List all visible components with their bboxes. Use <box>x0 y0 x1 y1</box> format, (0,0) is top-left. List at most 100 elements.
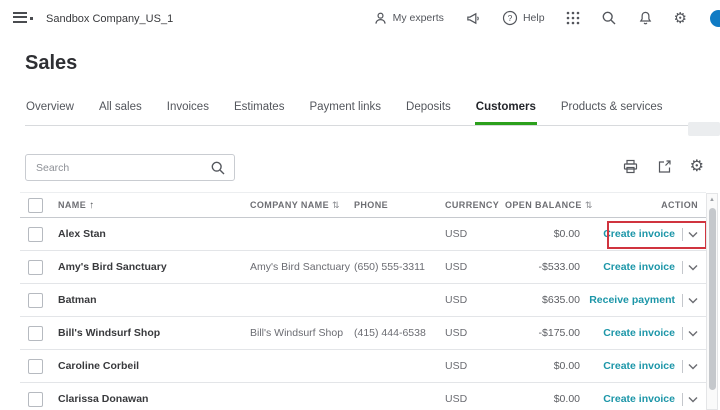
open-balance-cell: $0.00 <box>553 360 580 372</box>
phone-cell: (415) 444-6538 <box>354 327 426 339</box>
quickbooks-window: Sandbox Company_US_1 My experts ? Help ⚙… <box>0 0 720 410</box>
scrollbar-thumb[interactable] <box>708 208 716 390</box>
customer-name-link[interactable]: Amy's Bird Sanctuary <box>58 261 250 273</box>
column-header-company[interactable]: COMPANY NAME ⇅ <box>250 200 350 211</box>
settings-gear-icon[interactable]: ⚙ <box>674 11 687 26</box>
customers-table: NAME ↑ COMPANY NAME ⇅ PHONE CURRENCY OPEN … <box>20 192 706 410</box>
table-row: Alex Stan USD $0.00 Create invoice <box>20 218 706 251</box>
company-name[interactable]: Sandbox Company_US_1 <box>46 13 173 25</box>
tab-estimates[interactable]: Estimates <box>233 97 286 125</box>
cutoff-panel <box>688 122 720 136</box>
chevron-down-icon[interactable] <box>688 330 698 337</box>
tab-invoices[interactable]: Invoices <box>166 97 210 125</box>
topbar: Sandbox Company_US_1 My experts ? Help ⚙ <box>0 0 720 36</box>
column-header-currency: CURRENCY <box>445 200 500 210</box>
tab-all-sales[interactable]: All sales <box>98 97 143 125</box>
table-settings-gear-icon[interactable]: ⚙ <box>690 158 704 175</box>
sort-both-icon: ⇅ <box>331 199 340 210</box>
currency-cell: USD <box>445 360 468 372</box>
table-toolbar-icons: ⚙ <box>622 158 704 175</box>
chevron-down-icon[interactable] <box>688 363 698 370</box>
open-balance-cell: $0.00 <box>553 228 580 240</box>
column-header-open-balance[interactable]: OPEN BALANCE ⇅ <box>505 200 592 211</box>
row-checkbox[interactable] <box>28 325 43 341</box>
user-avatar[interactable] <box>710 9 720 27</box>
column-header-name[interactable]: NAME ↑ <box>58 200 250 211</box>
help-button[interactable]: ? Help <box>502 10 545 26</box>
currency-cell: USD <box>445 261 468 273</box>
chevron-down-icon[interactable] <box>688 297 698 304</box>
page-title: Sales <box>25 52 78 74</box>
table-row: Batman USD $635.00 Receive payment <box>20 284 706 317</box>
menu-icon[interactable] <box>13 12 35 24</box>
customer-name-link[interactable]: Caroline Corbeil <box>58 360 250 372</box>
table-row: Amy's Bird Sanctuary Amy's Bird Sanctuar… <box>20 251 706 284</box>
tab-deposits[interactable]: Deposits <box>405 97 452 125</box>
tab-overview[interactable]: Overview <box>25 97 75 125</box>
customer-search <box>25 154 235 181</box>
help-icon: ? <box>502 10 518 26</box>
customer-name-link[interactable]: Clarissa Donawan <box>58 393 250 405</box>
action-separator <box>682 392 683 406</box>
customer-name-link[interactable]: Bill's Windsurf Shop <box>58 327 250 339</box>
svg-text:?: ? <box>508 13 513 23</box>
row-action-link[interactable]: Create invoice <box>603 327 675 339</box>
currency-cell: USD <box>445 327 468 339</box>
sales-tabs: Overview All sales Invoices Estimates Pa… <box>25 97 720 126</box>
print-icon[interactable] <box>622 158 639 175</box>
search-icon[interactable] <box>601 10 617 26</box>
feedback-megaphone-icon[interactable] <box>465 11 481 26</box>
my-experts-button[interactable]: My experts <box>373 11 444 26</box>
apps-grid-icon[interactable] <box>566 11 580 25</box>
column-header-action: ACTION <box>661 200 698 210</box>
chevron-down-icon[interactable] <box>688 396 698 403</box>
row-checkbox[interactable] <box>28 391 43 407</box>
action-separator <box>682 227 683 241</box>
help-label: Help <box>522 12 545 24</box>
notifications-bell-icon[interactable] <box>638 10 653 26</box>
row-action-link[interactable]: Receive payment <box>589 294 675 306</box>
open-balance-cell: $0.00 <box>553 393 580 405</box>
open-balance-cell: $635.00 <box>542 294 580 306</box>
search-input[interactable] <box>26 161 210 174</box>
person-icon <box>373 11 388 26</box>
vertical-scrollbar[interactable]: ▲ <box>706 193 718 410</box>
company-name-cell: Bill's Windsurf Shop <box>250 327 344 339</box>
select-all-checkbox[interactable] <box>28 197 43 213</box>
currency-cell: USD <box>445 294 468 306</box>
row-action-link[interactable]: Create invoice <box>603 261 675 273</box>
action-separator <box>682 260 683 274</box>
row-checkbox[interactable] <box>28 226 43 242</box>
row-checkbox[interactable] <box>28 259 43 275</box>
tab-products-services[interactable]: Products & services <box>560 97 664 125</box>
tab-customers[interactable]: Customers <box>474 97 537 125</box>
table-row: Bill's Windsurf Shop Bill's Windsurf Sho… <box>20 317 706 350</box>
export-icon[interactable] <box>656 158 673 175</box>
search-icon[interactable] <box>210 160 226 176</box>
scrollbar-up-arrow-icon[interactable]: ▲ <box>707 197 717 203</box>
table-row: Clarissa Donawan USD $0.00 Create invoic… <box>20 383 706 410</box>
row-action-link[interactable]: Create invoice <box>603 393 675 405</box>
chevron-down-icon[interactable] <box>688 264 698 271</box>
customer-name-link[interactable]: Batman <box>58 294 250 306</box>
row-checkbox[interactable] <box>28 358 43 374</box>
open-balance-cell: -$175.00 <box>538 327 580 339</box>
sort-ascending-icon: ↑ <box>89 199 95 211</box>
column-header-phone: PHONE <box>354 200 389 210</box>
table-row: Caroline Corbeil USD $0.00 Create invoic… <box>20 350 706 383</box>
my-experts-label: My experts <box>392 12 444 24</box>
open-balance-cell: -$533.00 <box>538 261 580 273</box>
action-separator <box>682 326 683 340</box>
row-action-link[interactable]: Create invoice <box>603 228 675 240</box>
row-checkbox[interactable] <box>28 292 43 308</box>
tab-payment-links[interactable]: Payment links <box>308 97 382 125</box>
currency-cell: USD <box>445 393 468 405</box>
action-separator <box>682 293 683 307</box>
action-separator <box>682 359 683 373</box>
table-header-row: NAME ↑ COMPANY NAME ⇅ PHONE CURRENCY OPEN … <box>20 192 706 218</box>
currency-cell: USD <box>445 228 468 240</box>
chevron-down-icon[interactable] <box>688 231 698 238</box>
row-action-link[interactable]: Create invoice <box>603 360 675 372</box>
customer-name-link[interactable]: Alex Stan <box>58 228 250 240</box>
company-name-cell: Amy's Bird Sanctuary <box>250 261 351 273</box>
